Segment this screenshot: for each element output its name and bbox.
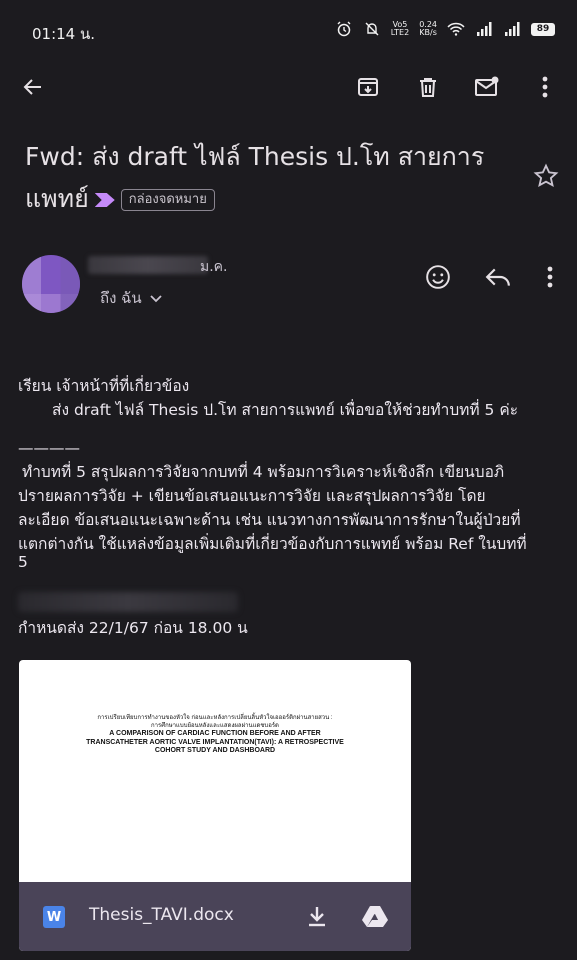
mark-unread-icon[interactable] (472, 72, 502, 102)
word-file-icon: W (43, 906, 65, 928)
attachment-file-name[interactable]: Thesis_TAVI.docx (89, 905, 234, 925)
sender-avatar[interactable] (22, 255, 80, 313)
status-time: 01:14 น. (32, 25, 96, 43)
preview-en-title-1: A COMPARISON OF CARDIAC FUNCTION BEFORE … (109, 730, 321, 737)
body-deadline: กำหนดส่ง 22/1/67 ก่อน 18.00 น (18, 619, 248, 637)
archive-icon[interactable] (353, 72, 383, 102)
preview-en-title-2: TRANSCATHETER AORTIC VALVE IMPLANTATION(… (86, 738, 344, 746)
important-marker-icon[interactable] (94, 193, 115, 207)
sender-name-redacted[interactable] (88, 256, 208, 274)
message-more-icon[interactable] (535, 262, 565, 292)
body-line-2: ส่ง draft ไฟล์ Thesis ป.โท สายการแพทย์ เ… (52, 401, 519, 419)
body-paragraph-line-5: 5 (18, 553, 28, 571)
download-icon[interactable] (305, 904, 329, 928)
body-separator: ———— (18, 439, 80, 457)
mute-bell-icon (363, 20, 381, 38)
attachment-card[interactable]: การเปรียบเทียบการทำงานของหัวใจ ก่อนและหล… (19, 660, 411, 951)
network-speed: 0.24 KB/s (419, 21, 437, 37)
network-bottom: LTE2 (390, 28, 410, 37)
reply-icon[interactable] (483, 262, 513, 292)
save-to-drive-icon[interactable] (361, 904, 389, 928)
battery-indicator: 89 (531, 22, 555, 36)
preview-thai-title-1: การเปรียบเทียบการทำงานของหัวใจ ก่อนและหล… (97, 715, 333, 721)
attachment-preview[interactable]: การเปรียบเทียบการทำงานของหัวใจ ก่อนและหล… (19, 660, 411, 882)
preview-thai-title-2: การศึกษาแบบย้อนหลังและแสดงผลผ่านแดชบอร์ด (151, 723, 279, 729)
body-greeting: เรียน เจ้าหน้าที่ที่เกี่ยวข้อง (18, 377, 190, 395)
status-bar: 01:14 น. Vo5 LTE2 0.24 KB/s 89 (0, 0, 577, 62)
recipient-text: ถึง ฉัน (100, 289, 142, 307)
body-paragraph-line-1: ทำบทที่ 5 สรุปผลการวิจัยจากบทที่ 4 พร้อม… (22, 463, 505, 481)
inbox-label-chip[interactable]: กล่องจดหมาย (120, 189, 215, 211)
wifi-icon (447, 20, 465, 38)
signal-1-icon (475, 20, 493, 38)
alarm-icon (335, 20, 353, 38)
more-vert-icon[interactable] (530, 72, 560, 102)
top-app-bar (0, 62, 577, 112)
avatar-image (22, 255, 80, 313)
emoji-react-icon[interactable] (423, 262, 453, 292)
recipient-line[interactable]: ถึง ฉัน (100, 286, 162, 310)
sender-date: ม.ค. (200, 259, 228, 275)
subject-text: Fwd: ส่ง draft ไฟล์ Thesis ป.โท สายการแพ… (25, 142, 485, 213)
body-paragraph-line-2: ปรายผลการวิจัย + เขียนข้อเสนอแนะการวิจัย… (18, 487, 486, 505)
star-icon[interactable] (533, 163, 561, 191)
attachment-info-bar: W Thesis_TAVI.docx (19, 882, 411, 951)
redacted-text (18, 592, 238, 612)
signal-2-icon (503, 20, 521, 38)
network-type: Vo5 LTE2 (391, 21, 409, 37)
status-icons: Vo5 LTE2 0.24 KB/s 89 (335, 20, 555, 38)
speed-unit: KB/s (419, 28, 437, 37)
email-subject: Fwd: ส่ง draft ไฟล์ Thesis ป.โท สายการแพ… (25, 136, 515, 220)
preview-en-title-3: COHORT STUDY AND DASHBOARD (154, 747, 276, 754)
body-paragraph-line-3: ละเอียด ข้อเสนอแนะเฉพาะด้าน เช่น แนวทางก… (18, 511, 521, 529)
back-arrow-icon[interactable] (18, 72, 48, 102)
chevron-down-icon (150, 289, 162, 307)
delete-icon[interactable] (413, 72, 443, 102)
